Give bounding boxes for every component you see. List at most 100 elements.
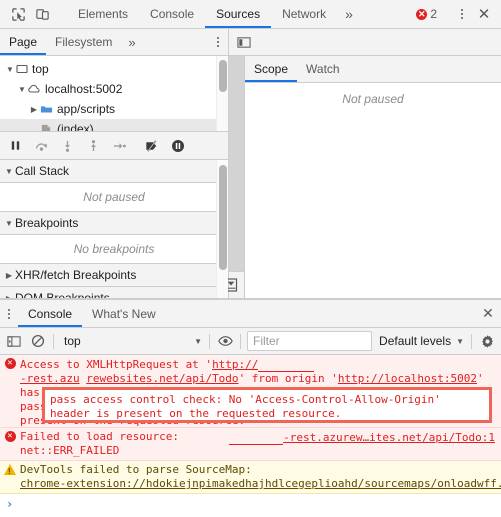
console-toolbar-divider-4 — [471, 333, 472, 349]
chevron-right-icon[interactable]: ▶ — [3, 271, 15, 280]
tree-item-localhost[interactable]: ▼ localhost:5002 — [0, 79, 228, 99]
log-levels-label: Default levels — [379, 334, 452, 348]
scope-tabbar: Scope Watch — [245, 56, 501, 83]
editor-tabbar — [229, 29, 501, 56]
message-level-icon: ✕ — [0, 430, 20, 442]
tab-sources[interactable]: Sources — [205, 0, 272, 28]
panel-tabs: Elements Console Sources Network » — [67, 0, 410, 28]
tree-item-app-scripts[interactable]: ▶ app/scripts — [0, 99, 228, 119]
tree-item-label: top — [32, 62, 49, 76]
console-message-row[interactable]: ! DevTools failed to parse SourceMap: ch… — [0, 461, 501, 494]
navigator-tab-filesystem[interactable]: Filesystem — [46, 29, 121, 55]
eye-icon[interactable] — [213, 330, 237, 352]
error-circle-icon: ✕ — [4, 358, 16, 369]
console-filter-input[interactable]: Filter — [247, 331, 373, 351]
console-drawer: Console What's New ✕ top ▼ Filter Defaul… — [0, 299, 501, 517]
log-levels-selector[interactable]: Default levels ▼ — [375, 334, 468, 348]
section-breakpoints[interactable]: ▼ Breakpoints — [0, 212, 228, 235]
navigator-tabbar-spacer — [143, 29, 208, 55]
gear-icon[interactable] — [475, 330, 499, 352]
chevron-down-icon: ▼ — [194, 336, 202, 346]
console-prompt[interactable]: › — [0, 494, 501, 513]
frame-icon — [16, 63, 28, 75]
sources-left-column: Page Filesystem » ▼ top ▼ localhost:5002… — [0, 29, 229, 298]
cloud-icon — [28, 83, 41, 95]
close-drawer-button[interactable]: ✕ — [475, 300, 501, 327]
file-tree: ▼ top ▼ localhost:5002 ▶ app/scripts (in… — [0, 56, 228, 131]
step-button[interactable] — [106, 134, 132, 158]
deactivate-breakpoints-button[interactable] — [139, 134, 165, 158]
close-devtools-button[interactable]: ✕ — [472, 2, 496, 26]
console-messages: ✕ Access to XMLHttpRequest at 'http:// ‑… — [0, 355, 501, 517]
tree-item-top[interactable]: ▼ top — [0, 59, 228, 79]
more-tools-icon[interactable] — [0, 300, 18, 327]
console-message-row[interactable]: ✕ Access to XMLHttpRequest at 'http:// ‑… — [0, 355, 501, 428]
step-over-next-function-call-button[interactable] — [28, 134, 54, 158]
more-options-icon[interactable] — [452, 2, 472, 26]
inspect-element-icon[interactable] — [6, 2, 30, 26]
chevron-down-icon[interactable]: ▼ — [4, 65, 16, 74]
console-sidebar-icon[interactable] — [2, 330, 26, 352]
section-title: DOM Breakpoints — [15, 291, 110, 298]
section-xhr-fetch-breakpoints[interactable]: ▶ XHR/fetch Breakpoints — [0, 264, 228, 287]
more-panels-icon[interactable]: » — [337, 0, 361, 28]
tree-item-label: (index) — [57, 122, 94, 131]
tab-network[interactable]: Network — [271, 0, 337, 28]
prompt-chevron-icon: › — [6, 496, 14, 511]
cors-error-highlighted-text: pass access control check: No 'Access-Co… — [50, 393, 441, 420]
debugger-scrollbar-thumb[interactable] — [219, 165, 227, 270]
device-toolbar-icon[interactable] — [30, 2, 54, 26]
console-toolbar-divider-3 — [240, 333, 241, 349]
file-tree-scrollbar-thumb[interactable] — [219, 60, 227, 92]
section-call-stack[interactable]: ▼ Call Stack — [0, 160, 228, 183]
show-navigator-icon[interactable] — [234, 33, 254, 51]
chevron-down-icon[interactable]: ▼ — [3, 167, 15, 176]
error-circle-icon: ✕ — [4, 431, 16, 442]
navigator-tab-page[interactable]: Page — [0, 29, 47, 55]
console-message-row[interactable]: ✕ Failed to load resource: ‑rest.azurew…… — [0, 428, 501, 461]
debugger-toolbar — [0, 131, 228, 160]
tab-console[interactable]: Console — [139, 0, 205, 28]
chevron-down-icon[interactable]: ▼ — [3, 219, 15, 228]
drawer-tabbar: Console What's New ✕ — [0, 300, 501, 328]
step-out-of-current-function-button[interactable] — [80, 134, 106, 158]
call-stack-empty-message: Not paused — [0, 183, 228, 212]
navigator-more-options-icon[interactable] — [208, 29, 228, 55]
pause-on-exceptions-button[interactable] — [165, 134, 191, 158]
drawer-tab-whats-new[interactable]: What's New — [82, 300, 166, 327]
tab-watch[interactable]: Watch — [297, 56, 349, 82]
editor-status-bar — [224, 271, 244, 298]
editor-pane — [224, 56, 244, 298]
tab-scope[interactable]: Scope — [245, 56, 298, 82]
clear-console-icon[interactable] — [26, 330, 50, 352]
scope-empty-message: Not paused — [245, 83, 501, 298]
step-into-next-function-call-button[interactable] — [54, 134, 80, 158]
chevron-right-icon[interactable]: ▶ — [28, 105, 40, 114]
warning-triangle-icon: ! — [4, 464, 16, 476]
toolbar-left-icons — [0, 0, 67, 28]
navigator-tabbar: Page Filesystem » — [0, 29, 228, 56]
chevron-right-icon[interactable]: ▶ — [3, 294, 15, 299]
document-icon — [40, 123, 53, 131]
editor-and-scope: Scope Watch Not paused — [224, 56, 501, 298]
navigator-more-tabs-icon[interactable]: » — [121, 29, 142, 55]
main-toolbar: Elements Console Sources Network » ✕ 2 ✕ — [0, 0, 501, 29]
section-dom-breakpoints[interactable]: ▶ DOM Breakpoints — [0, 287, 228, 298]
console-filter-placeholder: Filter — [253, 334, 280, 348]
chevron-down-icon[interactable]: ▼ — [16, 85, 28, 94]
console-message-text: DevTools failed to parse SourceMap: chro… — [20, 463, 501, 490]
tree-item-label: localhost:5002 — [45, 82, 123, 96]
devtools-window: Elements Console Sources Network » ✕ 2 ✕… — [0, 0, 501, 517]
toolbar-right-icons: ✕ 2 ✕ — [410, 0, 501, 28]
execution-context-selector[interactable]: top ▼ — [57, 334, 206, 348]
drawer-tab-console[interactable]: Console — [18, 300, 83, 327]
tree-item-label: app/scripts — [57, 102, 116, 116]
message-level-icon: ! — [0, 463, 20, 476]
resume-script-execution-button[interactable] — [2, 134, 28, 158]
editor-content-empty[interactable] — [229, 56, 244, 271]
folder-icon — [40, 103, 53, 115]
error-count-badge[interactable]: ✕ 2 — [410, 7, 443, 21]
tree-item-index[interactable]: (index) — [0, 119, 228, 131]
tab-elements[interactable]: Elements — [67, 0, 139, 28]
chevron-down-icon: ▼ — [456, 336, 464, 346]
